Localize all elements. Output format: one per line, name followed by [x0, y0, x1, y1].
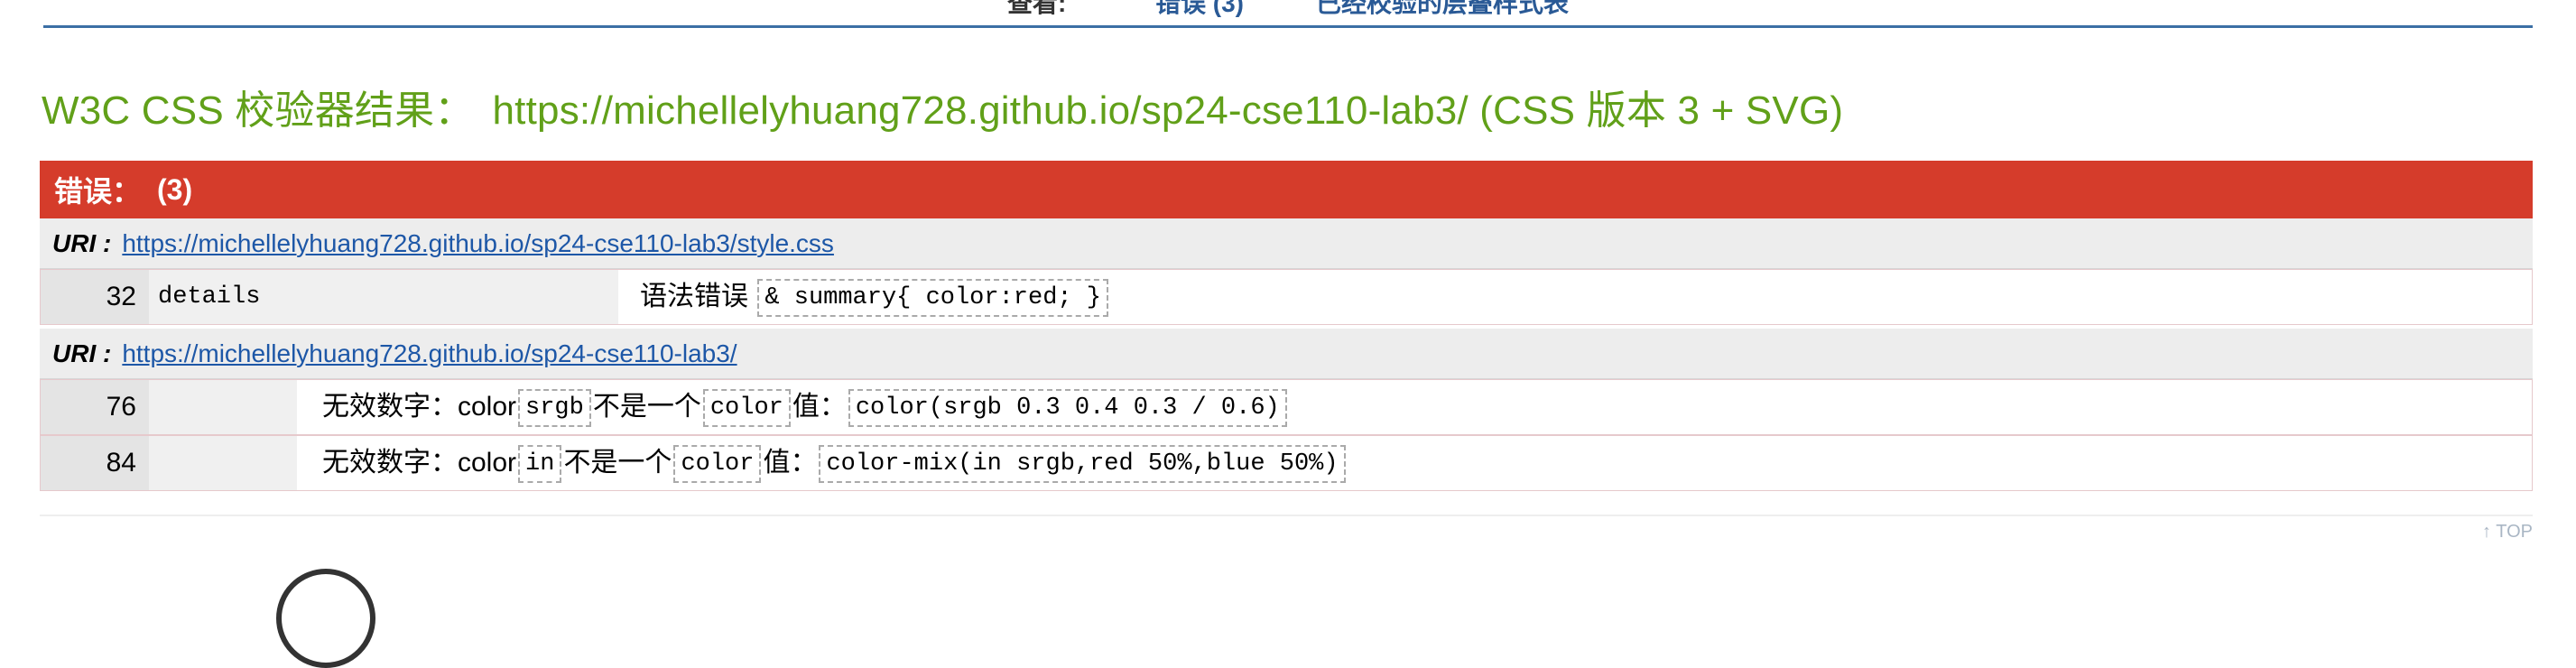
title-suffix: (CSS 版本 3 + SVG) — [1479, 88, 1844, 133]
title-prefix: W3C CSS 校验器结果： — [42, 88, 475, 133]
uri-row: URI : https://michellelyhuang728.github.… — [40, 218, 2533, 269]
error-code: in — [518, 445, 562, 484]
uri-link[interactable]: https://michellelyhuang728.github.io/sp2… — [122, 339, 737, 368]
error-code: color-mix(in srgb,red 50%,blue 50%) — [819, 445, 1346, 484]
error-context — [149, 436, 297, 490]
uri-label: URI : — [52, 339, 112, 367]
error-message-text: 无效数字：color — [322, 448, 517, 478]
errors-count: (3) — [157, 172, 193, 206]
error-message-text: 不是一个 — [563, 448, 672, 478]
error-row: 84 无效数字：color in 不是一个 color 值： color-mix(in s… — [40, 435, 2533, 491]
uri-label: URI : — [52, 228, 112, 257]
view-label: 查看: — [1007, 0, 1067, 17]
title-url: https://michellelyhuang728.github.io/sp2… — [492, 88, 1469, 133]
footer-logo — [276, 569, 375, 668]
error-message-text: 值： — [763, 448, 818, 478]
error-context: details — [149, 270, 618, 324]
error-context — [149, 380, 297, 434]
errors-header: 错误： (3) — [40, 161, 2533, 218]
line-number: 84 — [41, 436, 149, 490]
line-number: 76 — [41, 380, 149, 434]
error-code: color — [702, 389, 791, 428]
error-message-text: 值： — [792, 392, 847, 422]
error-row: 32 details 语法错误 & summary{ color:red; } — [40, 269, 2533, 325]
error-code: srgb — [518, 389, 591, 428]
error-message-text: 无效数字：color — [322, 392, 517, 422]
error-code: color(srgb 0.3 0.4 0.3 / 0.6) — [848, 389, 1287, 428]
page-title: W3C CSS 校验器结果： https://michellelyhuang728… — [42, 78, 1843, 135]
uri-link[interactable]: https://michellelyhuang728.github.io/sp2… — [122, 229, 834, 258]
section-divider — [40, 515, 2533, 516]
error-code: & summary{ color:red; } — [757, 279, 1109, 318]
error-code: color — [673, 445, 762, 484]
top-navigation: 查看: 错误 (3) 已经校验的层叠样式表 — [43, 0, 2533, 28]
validated-stylesheet-link[interactable]: 已经校验的层叠样式表 — [1316, 0, 1569, 20]
back-to-top-link[interactable]: ↑ TOP — [2482, 522, 2533, 543]
line-number: 32 — [41, 270, 149, 324]
error-message: 语法错误 & summary{ color:red; } — [640, 270, 1110, 324]
uri-row: URI : https://michellelyhuang728.github.… — [40, 329, 2533, 379]
errors-header-label: 错误： — [54, 175, 142, 208]
error-message: 无效数字：color srgb 不是一个 color 值： color(srgb 0.3 … — [322, 380, 1289, 434]
errors-nav-link[interactable]: 错误 (3) — [1155, 0, 1244, 20]
error-message-text: 不是一个 — [592, 392, 701, 422]
error-row: 76 无效数字：color srgb 不是一个 color 值： color(srgb 0… — [40, 379, 2533, 435]
error-message: 无效数字：color in 不是一个 color 值： color-mix(in srgb… — [322, 436, 1348, 490]
error-message-text: 语法错误 — [640, 282, 748, 311]
